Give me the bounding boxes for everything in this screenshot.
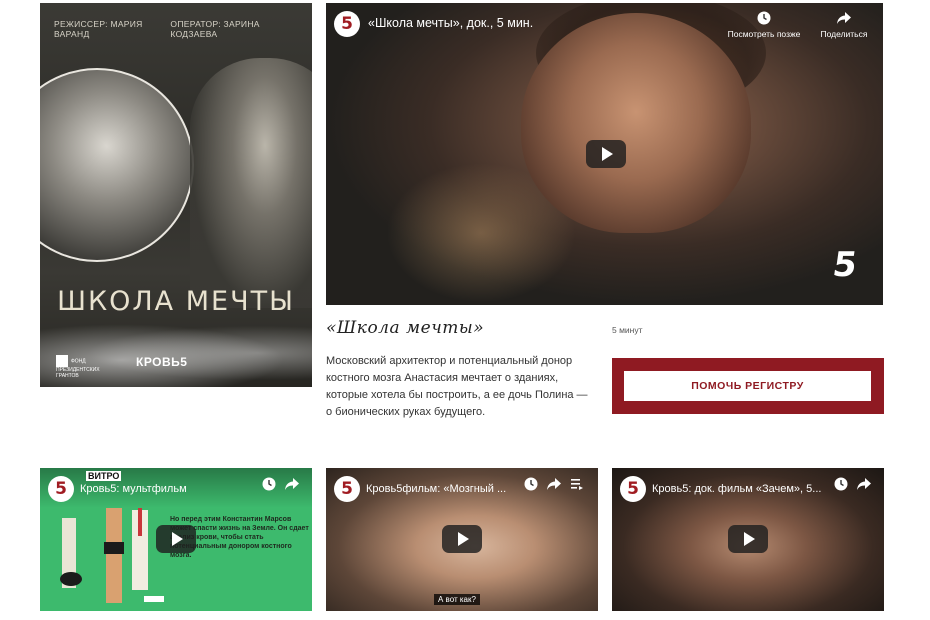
video-actions xyxy=(524,477,584,491)
clock-icon[interactable] xyxy=(834,477,848,491)
video-card-why[interactable]: 5 Кровь5: док. фильм «Зачем», 5... xyxy=(612,468,884,611)
clock-icon[interactable] xyxy=(262,477,276,491)
video-title[interactable]: Кровь5: док. фильм «Зачем», 5... xyxy=(652,483,832,495)
video-title[interactable]: Кровь5: мультфильм xyxy=(80,483,230,495)
play-button[interactable] xyxy=(728,525,768,553)
video-title[interactable]: «Школа мечты», док., 5 мин. xyxy=(368,16,533,30)
video-actions xyxy=(834,477,872,491)
watch-later-button[interactable]: Посмотреть позже xyxy=(724,11,804,39)
channel-logo[interactable]: 5 xyxy=(620,476,646,502)
film-poster: РЕЖИССЕР: МАРИЯ ВАРАНД ОПЕРАТОР: ЗАРИНА … xyxy=(40,3,312,387)
video-subtitle: А вот как? xyxy=(434,594,480,605)
poster-portrait-woman xyxy=(190,58,312,308)
share-button[interactable]: Поделиться xyxy=(804,11,883,39)
share-icon[interactable] xyxy=(856,477,872,491)
play-button[interactable] xyxy=(156,525,196,553)
share-label: Поделиться xyxy=(820,29,868,39)
brand-watermark: 5 xyxy=(830,245,860,285)
playlist-icon[interactable] xyxy=(570,477,584,491)
poster-portrait-circle xyxy=(40,68,194,262)
play-button[interactable] xyxy=(442,525,482,553)
clock-icon[interactable] xyxy=(524,477,538,491)
film-duration: 5 минут xyxy=(612,325,643,335)
channel-logo[interactable]: 5 xyxy=(334,11,360,37)
poster-credits: РЕЖИССЕР: МАРИЯ ВАРАНД ОПЕРАТОР: ЗАРИНА … xyxy=(40,19,312,39)
channel-logo[interactable]: 5 xyxy=(48,476,74,502)
fund-logo: ФОНД ПРЕЗИДЕНТСКИХ ГРАНТОВ xyxy=(56,355,116,379)
poster-title: ШКОЛА МЕЧТЫ xyxy=(57,286,295,317)
main-video-player[interactable]: 5 «Школа мечты», док., 5 мин. Посмотреть… xyxy=(326,3,883,305)
fund-logo-icon xyxy=(56,355,68,367)
film-description: Московский архитектор и потенциальный до… xyxy=(326,355,588,418)
share-icon[interactable] xyxy=(546,477,562,491)
poster-director: РЕЖИССЕР: МАРИЯ ВАРАНД xyxy=(54,19,143,39)
help-registry-button[interactable]: ПОМОЧЬ РЕГИСТРУ xyxy=(624,371,871,401)
brand-logo: КРОВЬ5 xyxy=(136,355,188,369)
film-title: «Школа мечты» xyxy=(326,318,485,338)
corner-label: ВИТРО xyxy=(86,471,122,481)
figure-shoes xyxy=(144,596,164,602)
figure-shorts xyxy=(104,542,124,554)
video-actions xyxy=(262,477,300,491)
channel-logo[interactable]: 5 xyxy=(334,476,360,502)
video-card-brain[interactable]: 5 Кровь5фильм: «Мозгный ... А вот как? xyxy=(326,468,598,611)
share-icon[interactable] xyxy=(284,477,300,491)
video-card-cartoon[interactable]: ВИТРО Но перед этим Константин Марсов мо… xyxy=(40,468,312,611)
play-button[interactable] xyxy=(586,140,626,168)
video-title[interactable]: Кровь5фильм: «Мозгный ... xyxy=(366,483,518,495)
figure-blood xyxy=(138,508,142,536)
video-frame-face xyxy=(521,13,751,233)
share-icon xyxy=(837,12,851,24)
poster-operator: ОПЕРАТОР: ЗАРИНА КОДЗАЕВА xyxy=(170,19,260,39)
clock-icon xyxy=(757,11,771,25)
figure-man xyxy=(106,508,122,603)
figure-kettle xyxy=(60,572,82,586)
watch-later-label: Посмотреть позже xyxy=(727,29,801,39)
